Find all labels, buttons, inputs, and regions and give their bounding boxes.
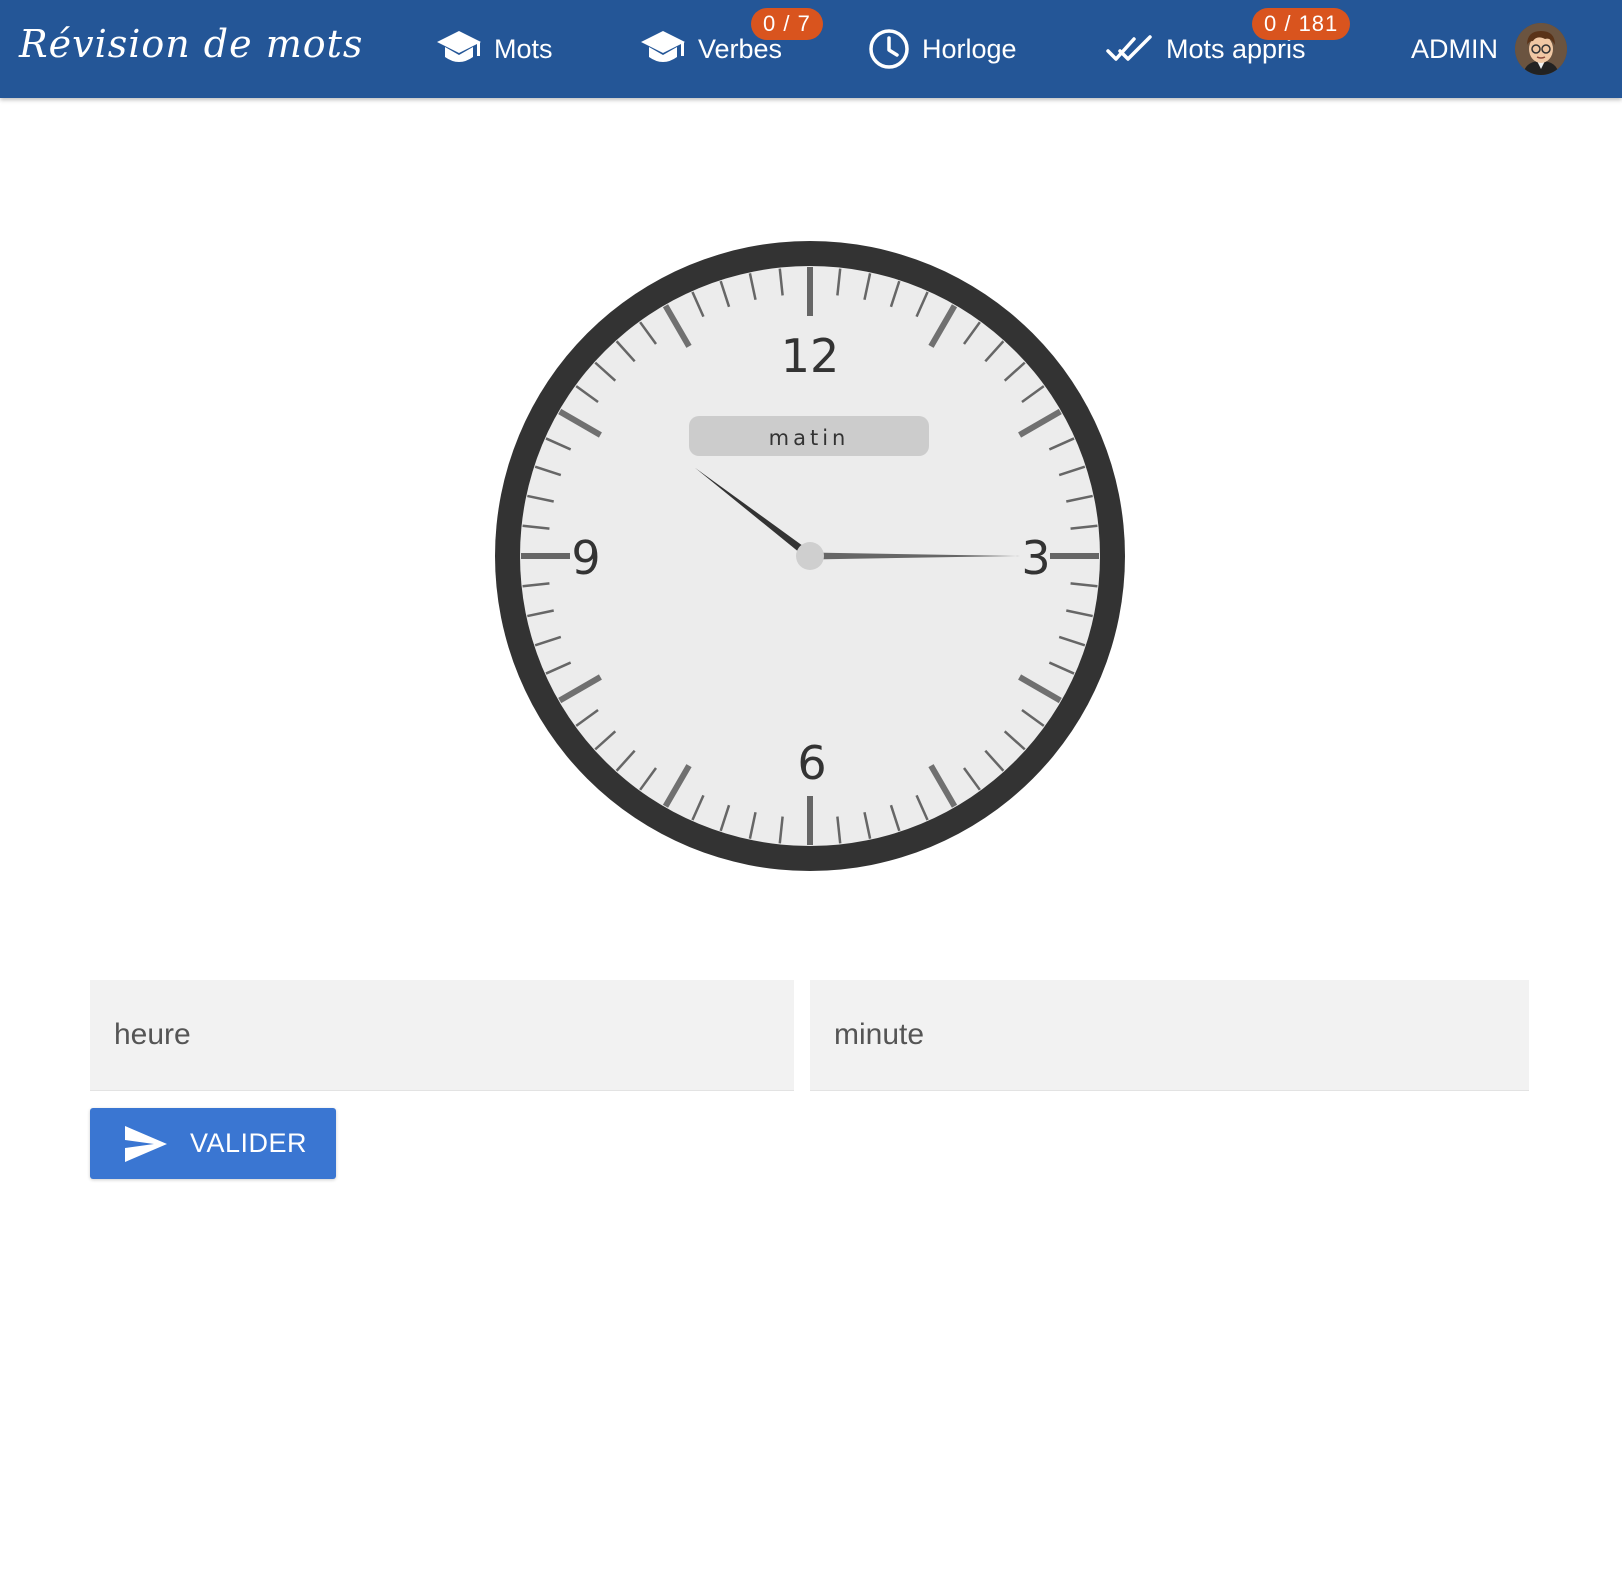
minute-input[interactable] <box>810 980 1529 1090</box>
numeral-9: 9 <box>571 531 600 585</box>
minute-field[interactable] <box>810 980 1529 1091</box>
nav-item-mots[interactable]: Mots <box>436 0 553 98</box>
clock-center-cap <box>796 542 824 570</box>
numeral-12: 12 <box>781 329 840 383</box>
user-name: ADMIN <box>1411 33 1498 64</box>
graduation-cap-icon <box>436 29 482 69</box>
numeral-3: 3 <box>1021 531 1050 585</box>
analog-clock: 12 3 6 9 matin <box>480 226 1140 886</box>
user-menu[interactable]: ADMIN <box>1411 0 1567 98</box>
graduation-cap-icon <box>640 29 686 69</box>
send-icon <box>124 1125 168 1163</box>
numeral-6: 6 <box>797 736 826 790</box>
mots-appris-count-badge: 0 / 181 <box>1252 8 1351 40</box>
nav-item-label: Horloge <box>922 33 1017 64</box>
avatar <box>1515 23 1567 75</box>
validate-button[interactable]: VALIDER <box>90 1108 336 1179</box>
nav-item-horloge[interactable]: Horloge <box>868 0 1017 98</box>
period-label: matin <box>769 426 850 450</box>
verbes-count-badge: 0 / 7 <box>751 8 823 40</box>
hour-field[interactable] <box>90 980 794 1091</box>
double-check-icon <box>1106 33 1154 65</box>
top-navbar: Révision de mots Mots Verbes 0 / 7 Horlo… <box>0 0 1622 98</box>
nav-item-label: Mots <box>494 33 553 64</box>
validate-button-label: VALIDER <box>190 1128 308 1158</box>
clock-icon <box>868 28 910 70</box>
hour-input[interactable] <box>90 980 794 1090</box>
app-brand[interactable]: Révision de mots <box>19 20 363 68</box>
